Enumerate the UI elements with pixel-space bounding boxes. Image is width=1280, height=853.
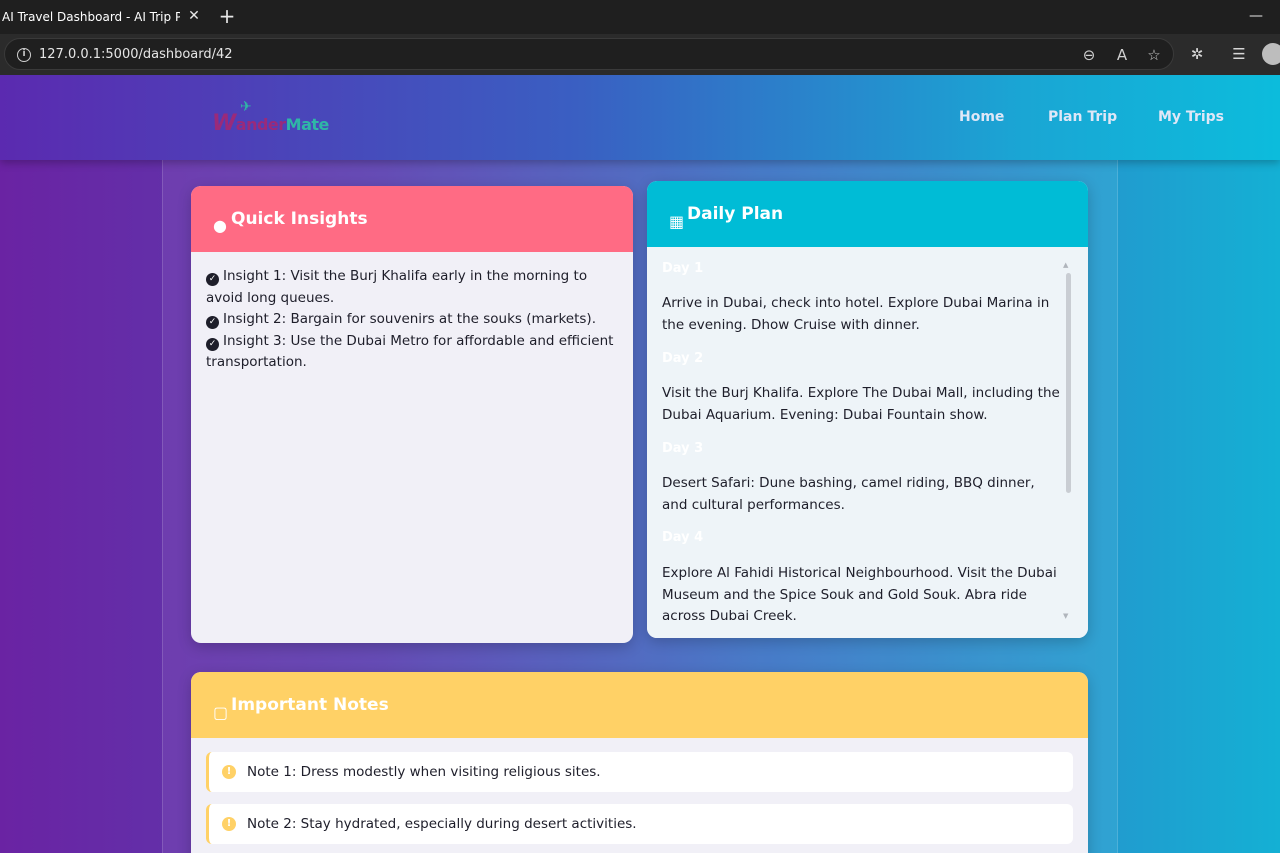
site-navbar: ✈ WanderMate Home Plan Trip My Trips (0, 75, 1280, 160)
sticky-note-icon: ▢ (213, 702, 229, 722)
url-text[interactable]: 127.0.0.1:5000/dashboard/42 (39, 47, 233, 62)
lightbulb-icon: ● (213, 215, 227, 235)
day-text: Visit the Burj Khalifa. Explore The Duba… (662, 385, 1060, 423)
important-notes-card: ▢ Important Notes ! Note 1: Dress modest… (191, 672, 1088, 853)
favorites-icon[interactable]: ☰ (1229, 44, 1249, 64)
note-text: Note 2: Stay hydrated, especially during… (247, 816, 637, 832)
read-aloud-icon[interactable]: A (1113, 46, 1131, 64)
exclamation-circle-icon: ! (222, 765, 236, 779)
logo-letter: W (212, 111, 236, 136)
zoom-icon[interactable]: ⊖ (1080, 46, 1098, 64)
insight-item: ✓ Insight 3: Use the Dubai Metro for affo… (206, 331, 616, 374)
daily-plan-card: ▦ Daily Plan Day 1 Arrive in Dubai, chec… (647, 181, 1088, 638)
info-icon[interactable]: i (17, 48, 31, 62)
logo-wander: ander (235, 115, 286, 134)
browser-tab[interactable]: AI Travel Dashboard - AI Trip Plan ✕ (0, 0, 208, 34)
site-logo[interactable]: ✈ WanderMate (212, 99, 352, 136)
day-text: Desert Safari: Dune bashing, camel ridin… (662, 475, 1035, 513)
quick-insights-card: ● Quick Insights ✓ Insight 1: Visit the B… (191, 186, 633, 643)
url-field[interactable]: i 127.0.0.1:5000/dashboard/42 ⊖ A ☆ (4, 38, 1174, 70)
minimize-icon[interactable]: — (1248, 8, 1264, 24)
check-circle-icon: ✓ (206, 337, 219, 351)
note-text: Note 1: Dress modestly when visiting rel… (247, 764, 601, 780)
favorite-star-icon[interactable]: ☆ (1145, 46, 1163, 64)
day-title: Day 2 (662, 351, 704, 366)
notes-list: ! Note 1: Dress modestly when visiting r… (191, 738, 1088, 853)
extensions-icon[interactable]: ✲ (1187, 44, 1207, 64)
profile-avatar[interactable] (1262, 43, 1280, 65)
day-title: Day 3 (662, 441, 704, 456)
scroll-up-arrow-icon[interactable]: ▲ (1063, 261, 1068, 269)
close-icon[interactable]: ✕ (186, 8, 202, 24)
tab-title: AI Travel Dashboard - AI Trip Plan (2, 10, 180, 24)
address-bar: i 127.0.0.1:5000/dashboard/42 ⊖ A ☆ ✲ ☰ (0, 34, 1280, 75)
browser-tab-bar: AI Travel Dashboard - AI Trip Plan ✕ + — (0, 0, 1280, 34)
insight-text: Insight 3: Use the Dubai Metro for affor… (206, 332, 614, 371)
nav-my-trips-link[interactable]: My Trips (1158, 109, 1224, 125)
insight-text: Insight 2: Bargain for souvenirs at the … (223, 311, 596, 327)
logo-text: WanderMate (212, 111, 329, 136)
check-circle-icon: ✓ (206, 316, 219, 329)
logo-mate: Mate (285, 115, 330, 134)
day-text: Explore Al Fahidi Historical Neighbourho… (662, 565, 1057, 624)
note-item: ! Note 1: Dress modestly when visiting r… (206, 752, 1073, 792)
insights-list: ✓ Insight 1: Visit the Burj Khalifa early… (206, 266, 616, 374)
scrollbar-thumb[interactable] (1066, 273, 1071, 493)
daily-plan-title: Daily Plan (687, 204, 784, 224)
nav-plan-trip-link[interactable]: Plan Trip (1048, 109, 1117, 125)
check-circle-icon: ✓ (206, 273, 219, 286)
day-text: Arrive in Dubai, check into hotel. Explo… (662, 295, 1050, 333)
daily-plan-scroll-area[interactable]: Day 1 Arrive in Dubai, check into hotel.… (647, 247, 1088, 638)
scroll-down-arrow-icon[interactable]: ▼ (1063, 612, 1068, 620)
daily-plan-header: ▦ Daily Plan (647, 181, 1088, 247)
nav-home-link[interactable]: Home (959, 109, 1004, 125)
day-title: Day 1 (662, 261, 704, 276)
calendar-icon: ▦ (669, 211, 685, 231)
quick-insights-header: ● Quick Insights (191, 186, 633, 252)
insight-item: ✓ Insight 2: Bargain for souvenirs at the… (206, 309, 616, 331)
important-notes-title: Important Notes (231, 695, 389, 715)
insight-text: Insight 1: Visit the Burj Khalifa early … (206, 268, 588, 306)
quick-insights-title: Quick Insights (231, 209, 368, 229)
insight-item: ✓ Insight 1: Visit the Burj Khalifa early… (206, 266, 616, 309)
exclamation-circle-icon: ! (222, 817, 236, 831)
important-notes-header: ▢ Important Notes (191, 672, 1088, 738)
new-tab-icon[interactable]: + (217, 5, 237, 27)
note-item: ! Note 2: Stay hydrated, especially duri… (206, 804, 1073, 844)
day-title: Day 4 (662, 530, 704, 545)
